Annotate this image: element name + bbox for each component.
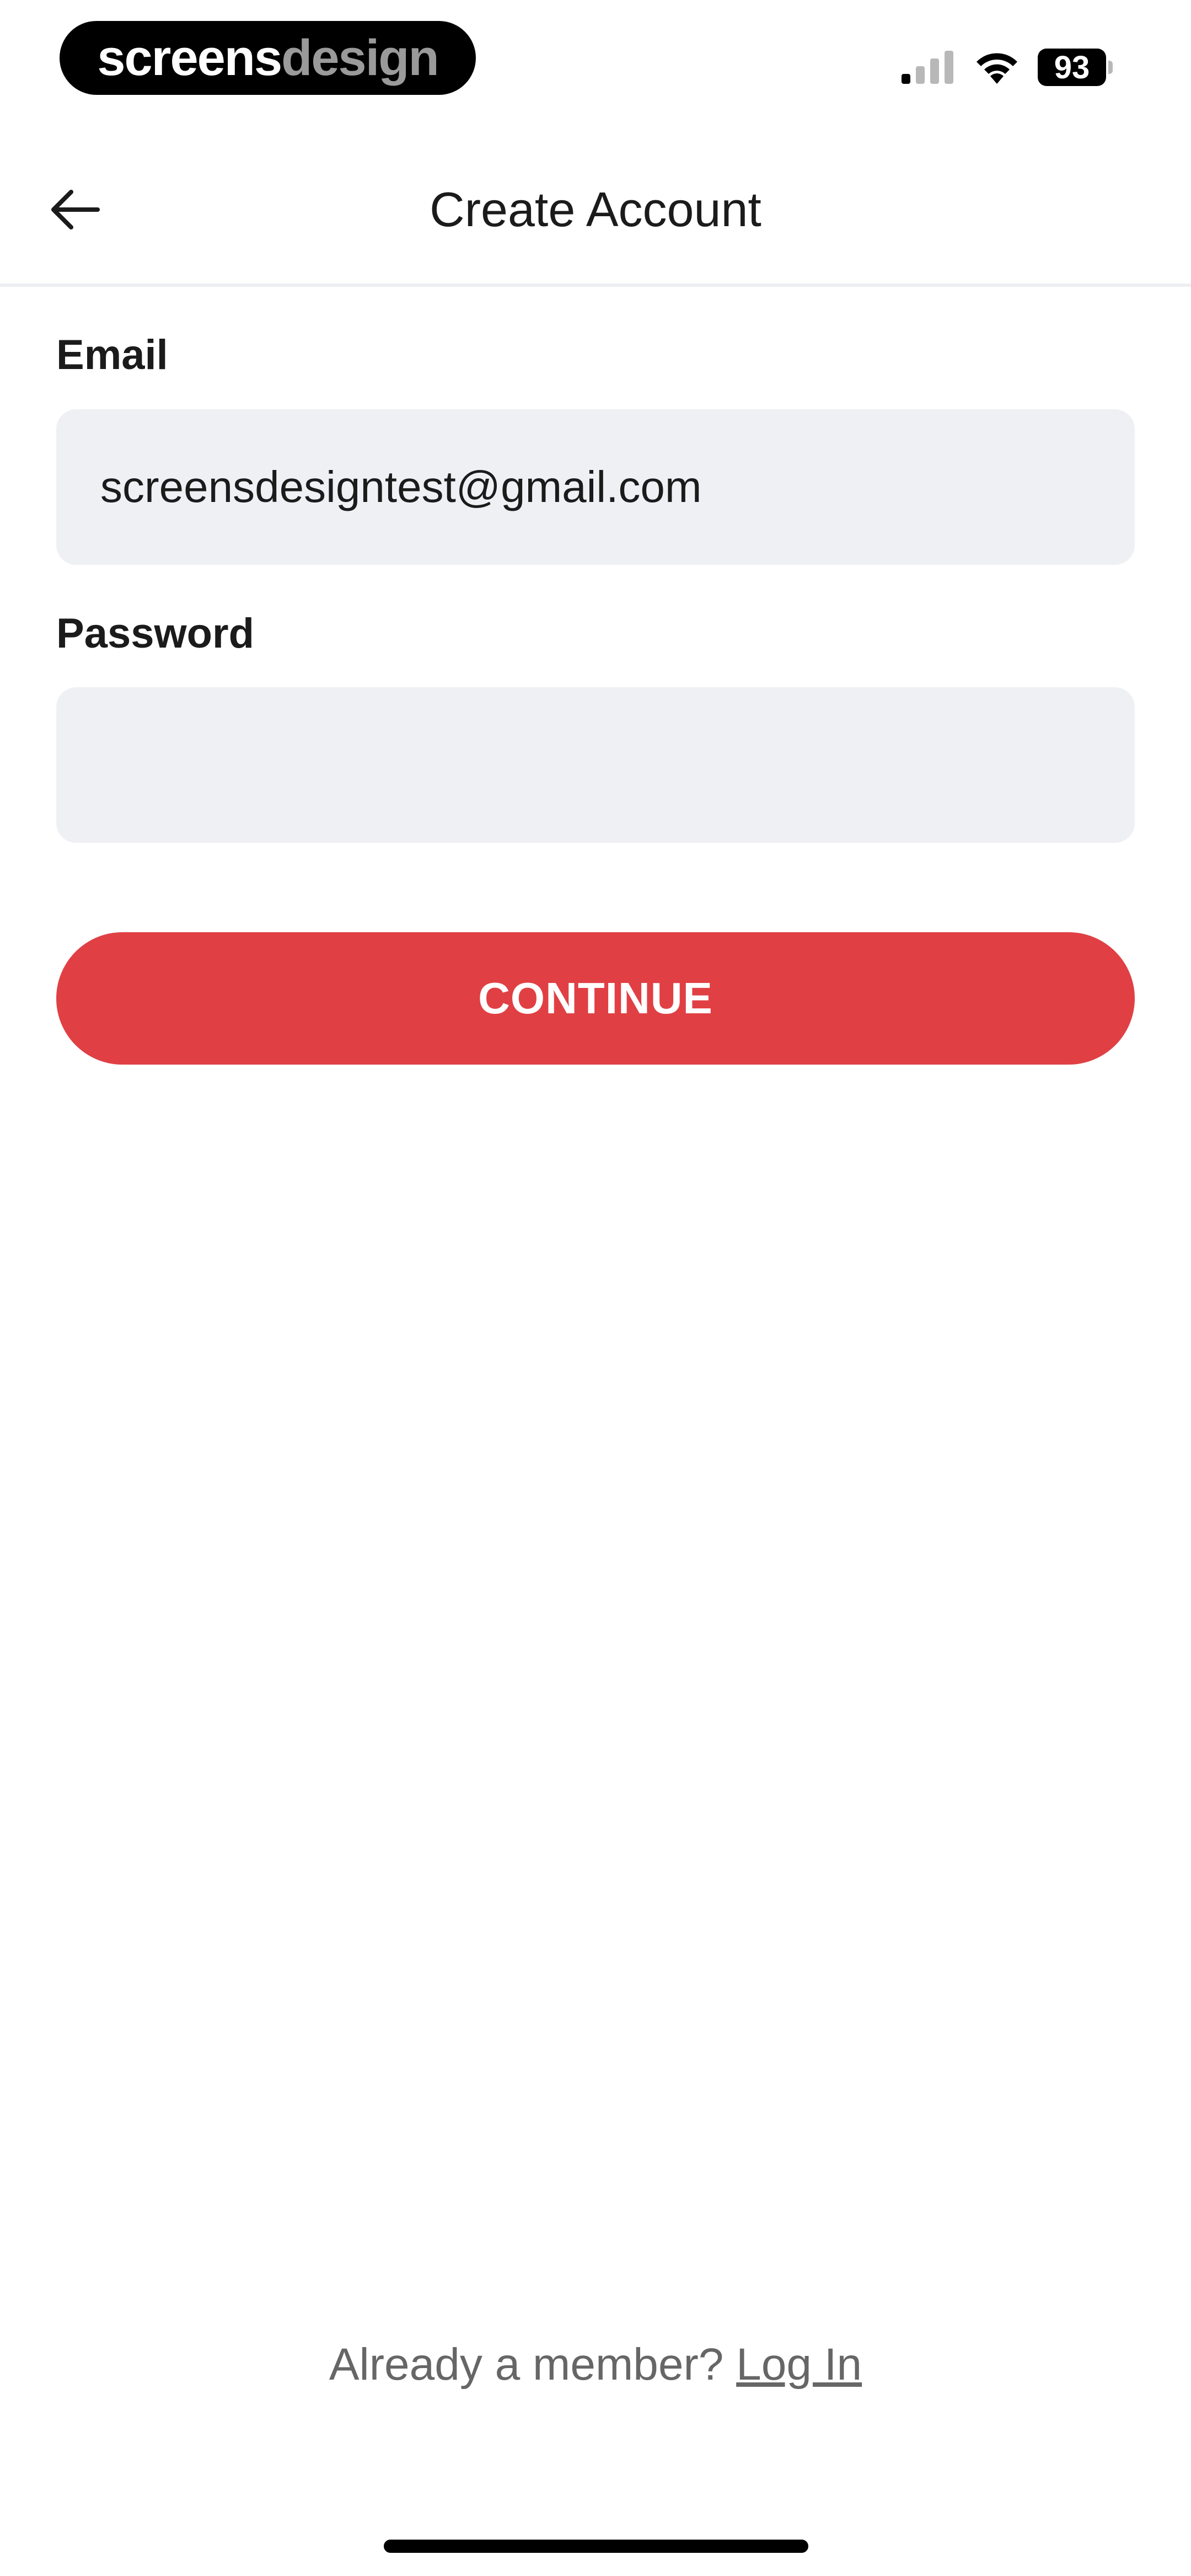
cellular-signal-icon: [902, 51, 953, 84]
back-arrow-icon: [51, 190, 100, 229]
back-button[interactable]: [39, 177, 110, 243]
email-label: Email: [56, 332, 168, 378]
brand-logo: screens design: [60, 21, 476, 95]
brand-text-screens: screens: [97, 29, 282, 86]
battery-level: 93: [1038, 49, 1106, 86]
battery-icon: 93: [1038, 49, 1115, 86]
login-link[interactable]: Log In: [736, 2339, 862, 2390]
email-field-value: screensdesigntest@gmail.com: [100, 462, 702, 511]
login-prompt: Already a member? Log In: [0, 2339, 1191, 2391]
brand-text-design: design: [281, 29, 439, 86]
status-bar: screens design 93: [0, 0, 1191, 121]
password-label: Password: [56, 610, 255, 657]
continue-button[interactable]: CONTINUE: [56, 932, 1135, 1065]
email-field[interactable]: screensdesigntest@gmail.com: [56, 409, 1135, 565]
nav-bar: Create Account: [0, 121, 1191, 287]
password-field[interactable]: [56, 687, 1135, 843]
page-title: Create Account: [430, 182, 761, 237]
wifi-icon: [977, 53, 1017, 84]
home-indicator: [384, 2540, 808, 2553]
login-prompt-text: Already a member?: [329, 2339, 724, 2390]
